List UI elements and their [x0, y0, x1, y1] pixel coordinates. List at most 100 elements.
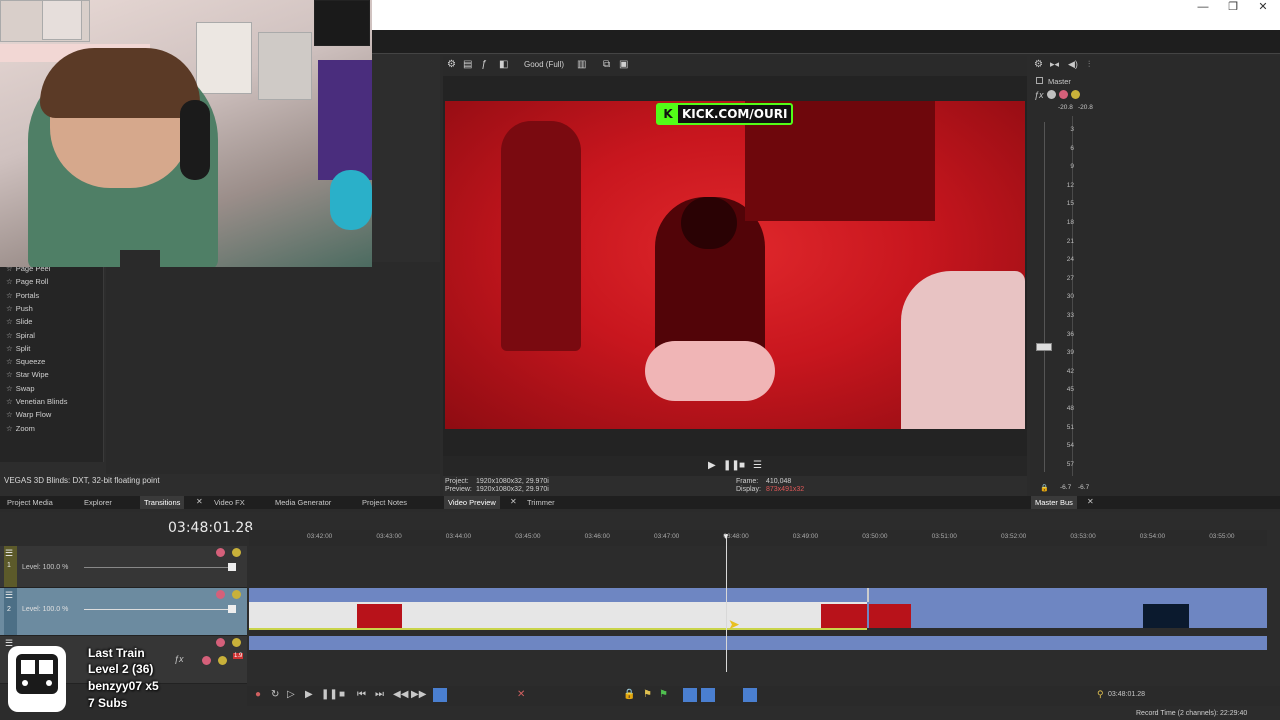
level-slider-track[interactable] — [84, 567, 234, 568]
track-mute-icon[interactable] — [216, 590, 225, 599]
master-fader-handle[interactable] — [1036, 343, 1052, 351]
previous-frame-icon[interactable]: ◀◀ — [393, 689, 408, 700]
normal-edit-tool-icon[interactable] — [433, 688, 447, 702]
display-label: Display: — [736, 486, 761, 493]
transition-item[interactable]: ☆ Spiral — [6, 331, 35, 340]
transition-item[interactable]: ☆ Split — [6, 344, 30, 353]
level-slider-handle[interactable] — [228, 605, 236, 613]
light-object — [645, 341, 775, 401]
video-clip[interactable] — [249, 602, 867, 628]
stop-icon[interactable]: ■ — [339, 689, 345, 700]
tab-project-media[interactable]: Project Media — [3, 496, 57, 509]
preview-quality-select[interactable]: Good (Full) — [524, 60, 564, 69]
tab-video-preview[interactable]: Video Preview — [444, 496, 500, 509]
master-solo-icon[interactable] — [1071, 90, 1080, 99]
mixer-icon[interactable]: ⫶ — [1088, 59, 1090, 70]
level-slider-handle[interactable] — [228, 563, 236, 571]
transition-item[interactable]: ☆ Venetian Blinds — [6, 397, 67, 406]
play-from-start-icon[interactable]: ▷ — [287, 689, 295, 700]
save-snapshot-icon[interactable]: ▣ — [619, 59, 628, 70]
track-fx-icon[interactable]: ƒx — [174, 654, 184, 664]
track-menu-icon[interactable]: ☰ — [5, 590, 13, 601]
track-solo-icon[interactable] — [218, 656, 227, 665]
split-screen-icon[interactable]: ◧ — [499, 59, 508, 70]
transition-item[interactable]: ☆ Squeeze — [6, 357, 45, 366]
track-lane-1[interactable] — [249, 546, 1267, 588]
level-slider-track[interactable] — [84, 609, 234, 610]
transition-item[interactable]: ☆ Portals — [6, 291, 39, 300]
tab-transitions[interactable]: Transitions — [140, 496, 185, 509]
overlays-icon[interactable]: ▥ — [577, 59, 586, 70]
track-solo-icon[interactable] — [232, 548, 241, 557]
track-mute-icon[interactable] — [202, 656, 211, 665]
audio-clip[interactable] — [249, 636, 1267, 650]
clip-header[interactable] — [249, 588, 867, 602]
tab-transitions-close-icon[interactable]: ✕ — [196, 497, 203, 506]
track-level-label: Level: 100.0 % — [22, 606, 69, 613]
loop-icon[interactable]: ↻ — [271, 689, 279, 700]
settings-gear-icon[interactable]: ⚙ — [447, 59, 456, 70]
stop-icon[interactable]: ■ — [739, 460, 745, 471]
transition-item[interactable]: ☆ Swap — [6, 384, 35, 393]
pause-icon[interactable]: ❚❚ — [723, 460, 740, 471]
playhead-marker-icon[interactable]: ▼ — [722, 532, 730, 541]
video-clip[interactable] — [867, 602, 1267, 628]
menu-bar — [370, 30, 1280, 54]
track-mute-icon[interactable] — [216, 548, 225, 557]
peak-left: -20.8 — [1058, 104, 1073, 111]
tab-project-notes[interactable]: Project Notes — [358, 496, 411, 509]
pause-icon[interactable]: ❚❚ — [321, 689, 338, 700]
transition-item[interactable]: ☆ Slide — [6, 317, 32, 326]
delete-icon[interactable]: ✕ — [517, 689, 525, 700]
track-header-video-2[interactable]: ☰ 2 Level: 100.0 % — [0, 588, 247, 636]
track-mute-icon[interactable] — [216, 638, 225, 647]
marker-icon[interactable]: ⚑ — [643, 689, 652, 700]
tab-trimmer[interactable]: Trimmer — [523, 496, 559, 509]
track-number: 2 — [7, 606, 11, 613]
master-mute-icon[interactable] — [1059, 90, 1068, 99]
play-icon[interactable]: ▶ — [708, 460, 716, 471]
fx-icon[interactable]: ƒ — [481, 59, 487, 70]
transition-item[interactable]: ☆ Star Wipe — [6, 370, 49, 379]
track-header-video-1[interactable]: ☰ 1 Level: 100.0 % — [0, 546, 247, 588]
menu-icon[interactable]: ☰ — [753, 460, 762, 471]
master-checkbox[interactable] — [1036, 77, 1043, 84]
region-icon[interactable]: ⚑ — [659, 689, 668, 700]
tab-media-generator[interactable]: Media Generator — [271, 496, 335, 509]
close-window-button[interactable]: ✕ — [1240, 0, 1280, 28]
lock-icon[interactable]: 🔒 — [1040, 484, 1049, 492]
external-monitor-icon[interactable]: ▤ — [463, 59, 472, 70]
next-frame-icon[interactable]: ▶▶ — [411, 689, 426, 700]
track-menu-icon[interactable]: ☰ — [5, 548, 13, 559]
auto-crossfade-icon[interactable] — [701, 688, 715, 702]
lock-icon[interactable]: 🔒 — [623, 689, 635, 700]
master-settings-gear-icon[interactable]: ⚙ — [1034, 59, 1043, 70]
transition-item[interactable]: ☆ Page Roll — [6, 277, 48, 286]
auto-ripple-icon[interactable] — [743, 688, 757, 702]
speaker-icon[interactable]: ◀) — [1068, 59, 1078, 70]
timeline-ruler[interactable]: 03:42:00 03:43:00 03:44:00 03:45:00 03:46:00… — [249, 530, 1267, 546]
master-toggle-icon[interactable]: ▸◂ — [1050, 59, 1059, 70]
clip-header[interactable] — [867, 588, 1267, 602]
tab-video-fx[interactable]: Video FX — [210, 496, 249, 509]
copy-snapshot-icon[interactable]: ⧉ — [603, 59, 610, 70]
master-fx-icon[interactable]: ƒx — [1034, 90, 1044, 100]
go-to-end-icon[interactable]: ⏭ — [375, 689, 384, 700]
track-solo-icon[interactable] — [232, 638, 241, 647]
tab-master-bus[interactable]: Master Bus — [1031, 496, 1077, 509]
tab-explorer[interactable]: Explorer — [80, 496, 116, 509]
go-to-start-icon[interactable]: ⏮ — [357, 689, 366, 700]
transition-item[interactable]: ☆ Push — [6, 304, 33, 313]
tab-video-preview-close-icon[interactable]: ✕ — [510, 497, 517, 506]
track-lane-2[interactable] — [249, 588, 1267, 636]
playhead[interactable] — [726, 534, 727, 672]
transition-label: Push — [15, 303, 33, 313]
record-icon[interactable]: ● — [255, 689, 261, 700]
play-icon[interactable]: ▶ — [305, 689, 313, 700]
transition-item[interactable]: ☆ Zoom — [6, 424, 35, 433]
snapping-icon[interactable] — [683, 688, 697, 702]
master-envelope-icon[interactable] — [1047, 90, 1056, 99]
track-solo-icon[interactable] — [232, 590, 241, 599]
tab-master-bus-close-icon[interactable]: ✕ — [1087, 497, 1094, 506]
transition-item[interactable]: ☆ Warp Flow — [6, 410, 51, 419]
